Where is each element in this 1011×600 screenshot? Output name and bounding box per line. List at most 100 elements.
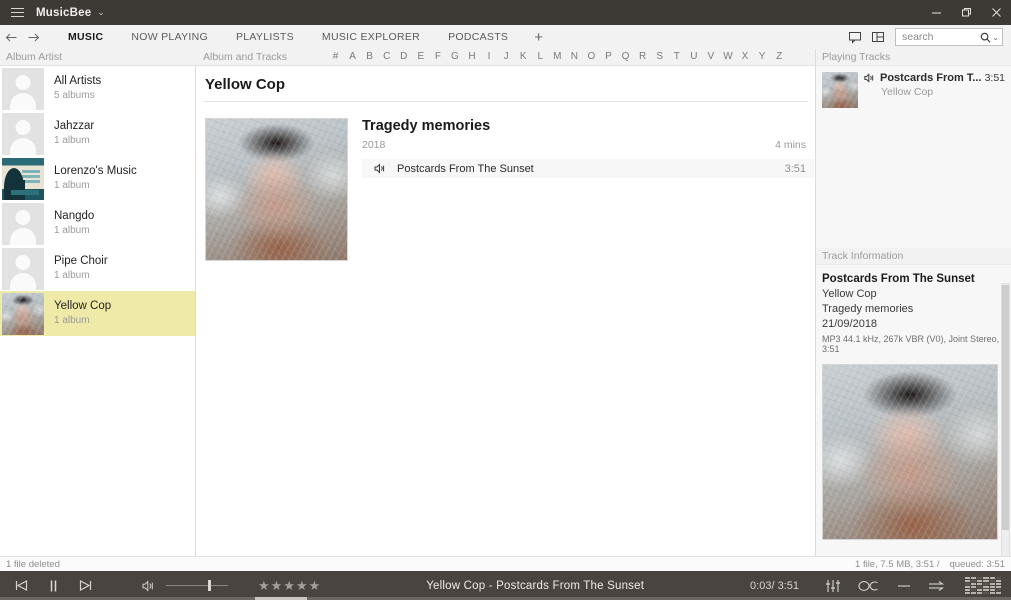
navigation-toolbar: MUSIC NOW PLAYING PLAYLISTS MUSIC EXPLOR… xyxy=(0,25,1011,49)
playing-track-artist: Yellow Cop xyxy=(881,86,934,98)
list-item[interactable]: Postcards From T... 3:51 Yellow Cop xyxy=(816,66,1011,108)
album-title[interactable]: Tragedy memories xyxy=(362,118,814,134)
search-input[interactable]: search xyxy=(902,31,980,43)
sidebar-item-jahzzar[interactable]: Jahzzar 1 album xyxy=(0,111,195,156)
star-icon[interactable]: ★ xyxy=(258,579,270,592)
star-icon[interactable]: ★ xyxy=(283,579,295,592)
alpha-letter[interactable]: X xyxy=(740,51,751,62)
alpha-letter[interactable]: B xyxy=(364,51,375,62)
musicbee-window: MusicBee ⌄ MUSIC NOW PLAYING PLAYLISTS M… xyxy=(0,0,1011,600)
playing-track-title: Postcards From T... xyxy=(880,72,982,84)
close-button[interactable] xyxy=(981,0,1011,25)
album-cover-art[interactable] xyxy=(205,118,348,261)
chevron-down-icon[interactable]: ⌄ xyxy=(97,7,105,18)
artist-name: Jahzzar xyxy=(54,120,95,133)
hamburger-menu-icon[interactable] xyxy=(0,0,34,25)
track-info-artwork[interactable] xyxy=(822,364,998,540)
tab-now-playing[interactable]: NOW PLAYING xyxy=(117,25,222,49)
alpha-letter[interactable]: L xyxy=(535,51,546,62)
star-icon[interactable]: ★ xyxy=(309,579,321,592)
search-chevron-down-icon[interactable]: ⌄ xyxy=(992,33,999,42)
album-block: Tragedy memories 2018 4 mins Postcards F… xyxy=(197,102,814,261)
sidebar-item-lorenzos-music[interactable]: Lorenzo's Music 1 album xyxy=(0,156,195,201)
track-info-artist: Yellow Cop xyxy=(822,288,877,300)
alpha-letter[interactable]: G xyxy=(449,51,460,62)
sidebar-item-all-artists[interactable]: All Artists 5 albums xyxy=(0,66,195,111)
app-title: MusicBee xyxy=(36,6,92,19)
comment-icon[interactable] xyxy=(845,27,865,47)
album-artist-sidebar[interactable]: All Artists 5 albums Jahzzar 1 album Lor… xyxy=(0,66,196,556)
alpha-letter[interactable]: P xyxy=(603,51,614,62)
track-list: Postcards From The Sunset 3:51 xyxy=(362,159,814,178)
sidebar-item-nangdo[interactable]: Nangdo 1 album xyxy=(0,201,195,246)
artist-album-count: 1 album xyxy=(54,225,90,237)
alpha-letter[interactable]: R xyxy=(637,51,648,62)
speaker-icon xyxy=(362,163,397,174)
alpha-letter[interactable]: D xyxy=(398,51,409,62)
scrollbar-thumb[interactable] xyxy=(1002,285,1009,530)
lastfm-icon[interactable] xyxy=(858,580,880,592)
alpha-letter[interactable]: F xyxy=(432,51,443,62)
playing-track-duration: 3:51 xyxy=(984,72,1005,84)
alpha-letter[interactable]: C xyxy=(381,51,392,62)
alpha-letter[interactable]: M xyxy=(552,51,563,62)
minimize-button[interactable] xyxy=(921,0,951,25)
alpha-letter[interactable]: K xyxy=(518,51,529,62)
avatar-placeholder-icon xyxy=(2,112,44,155)
tab-music[interactable]: MUSIC xyxy=(54,25,117,49)
table-row[interactable]: Postcards From The Sunset 3:51 xyxy=(362,159,814,178)
play-pause-button[interactable] xyxy=(44,576,63,596)
search-icon[interactable] xyxy=(980,32,991,43)
previous-button[interactable] xyxy=(12,576,31,596)
alpha-letter[interactable]: I xyxy=(484,51,495,62)
sidebar-item-yellow-cop[interactable]: Yellow Cop 1 album xyxy=(0,291,195,336)
alpha-letter[interactable]: # xyxy=(330,51,341,62)
alpha-letter[interactable]: E xyxy=(415,51,426,62)
artist-name: Nangdo xyxy=(54,210,95,223)
alpha-letter[interactable]: O xyxy=(586,51,597,62)
album-year: 2018 xyxy=(362,139,386,151)
alpha-letter[interactable]: W xyxy=(722,51,733,62)
search-box[interactable]: search ⌄ xyxy=(895,28,1003,46)
volume-slider[interactable] xyxy=(166,580,228,591)
avatar-placeholder-icon xyxy=(2,247,44,290)
volume-icon[interactable] xyxy=(139,576,158,596)
sidebar-item-pipe-choir[interactable]: Pipe Choir 1 album xyxy=(0,246,195,291)
alpha-letter[interactable]: J xyxy=(501,51,512,62)
status-file-summary: 1 file, 7.5 MB, 3:51 / xyxy=(855,558,940,570)
maximize-button[interactable] xyxy=(951,0,981,25)
tab-playlists[interactable]: PLAYLISTS xyxy=(222,25,308,49)
repeat-icon[interactable] xyxy=(928,580,944,592)
volume-control[interactable] xyxy=(139,576,228,596)
star-icon[interactable]: ★ xyxy=(296,579,308,592)
alpha-letter[interactable]: N xyxy=(569,51,580,62)
alphabet-index-bar[interactable]: # A B C D E F G H I J K L M N O P Q R S … xyxy=(330,51,785,62)
volume-slider-handle[interactable] xyxy=(208,580,211,591)
status-message: 1 file deleted xyxy=(6,558,60,570)
alpha-letter[interactable]: Q xyxy=(620,51,631,62)
alpha-letter[interactable]: V xyxy=(705,51,716,62)
next-button[interactable] xyxy=(76,576,95,596)
alpha-letter[interactable]: Y xyxy=(757,51,768,62)
add-tab-button[interactable]: + xyxy=(522,25,555,49)
visualizer-icon[interactable] xyxy=(965,577,1001,594)
alpha-letter[interactable]: H xyxy=(467,51,478,62)
star-icon[interactable]: ★ xyxy=(271,579,283,592)
alpha-letter[interactable]: Z xyxy=(774,51,785,62)
tab-podcasts[interactable]: PODCASTS xyxy=(434,25,522,49)
artist-album-count: 1 album xyxy=(54,315,90,327)
page-title: Yellow Cop xyxy=(205,76,286,93)
shuffle-icon[interactable] xyxy=(897,580,911,592)
alpha-letter[interactable]: A xyxy=(347,51,358,62)
rating-stars[interactable]: ★ ★ ★ ★ ★ xyxy=(258,579,320,592)
window-controls xyxy=(921,0,1011,25)
playing-tracks-header: Playing Tracks xyxy=(816,49,1011,66)
alpha-letter[interactable]: T xyxy=(671,51,682,62)
alpha-letter[interactable]: U xyxy=(688,51,699,62)
layout-panels-icon[interactable] xyxy=(868,27,888,47)
equalizer-icon[interactable] xyxy=(825,579,841,593)
alpha-letter[interactable]: S xyxy=(654,51,665,62)
forward-button[interactable] xyxy=(22,25,44,49)
back-button[interactable] xyxy=(0,25,22,49)
tab-music-explorer[interactable]: MUSIC EXPLORER xyxy=(308,25,434,49)
